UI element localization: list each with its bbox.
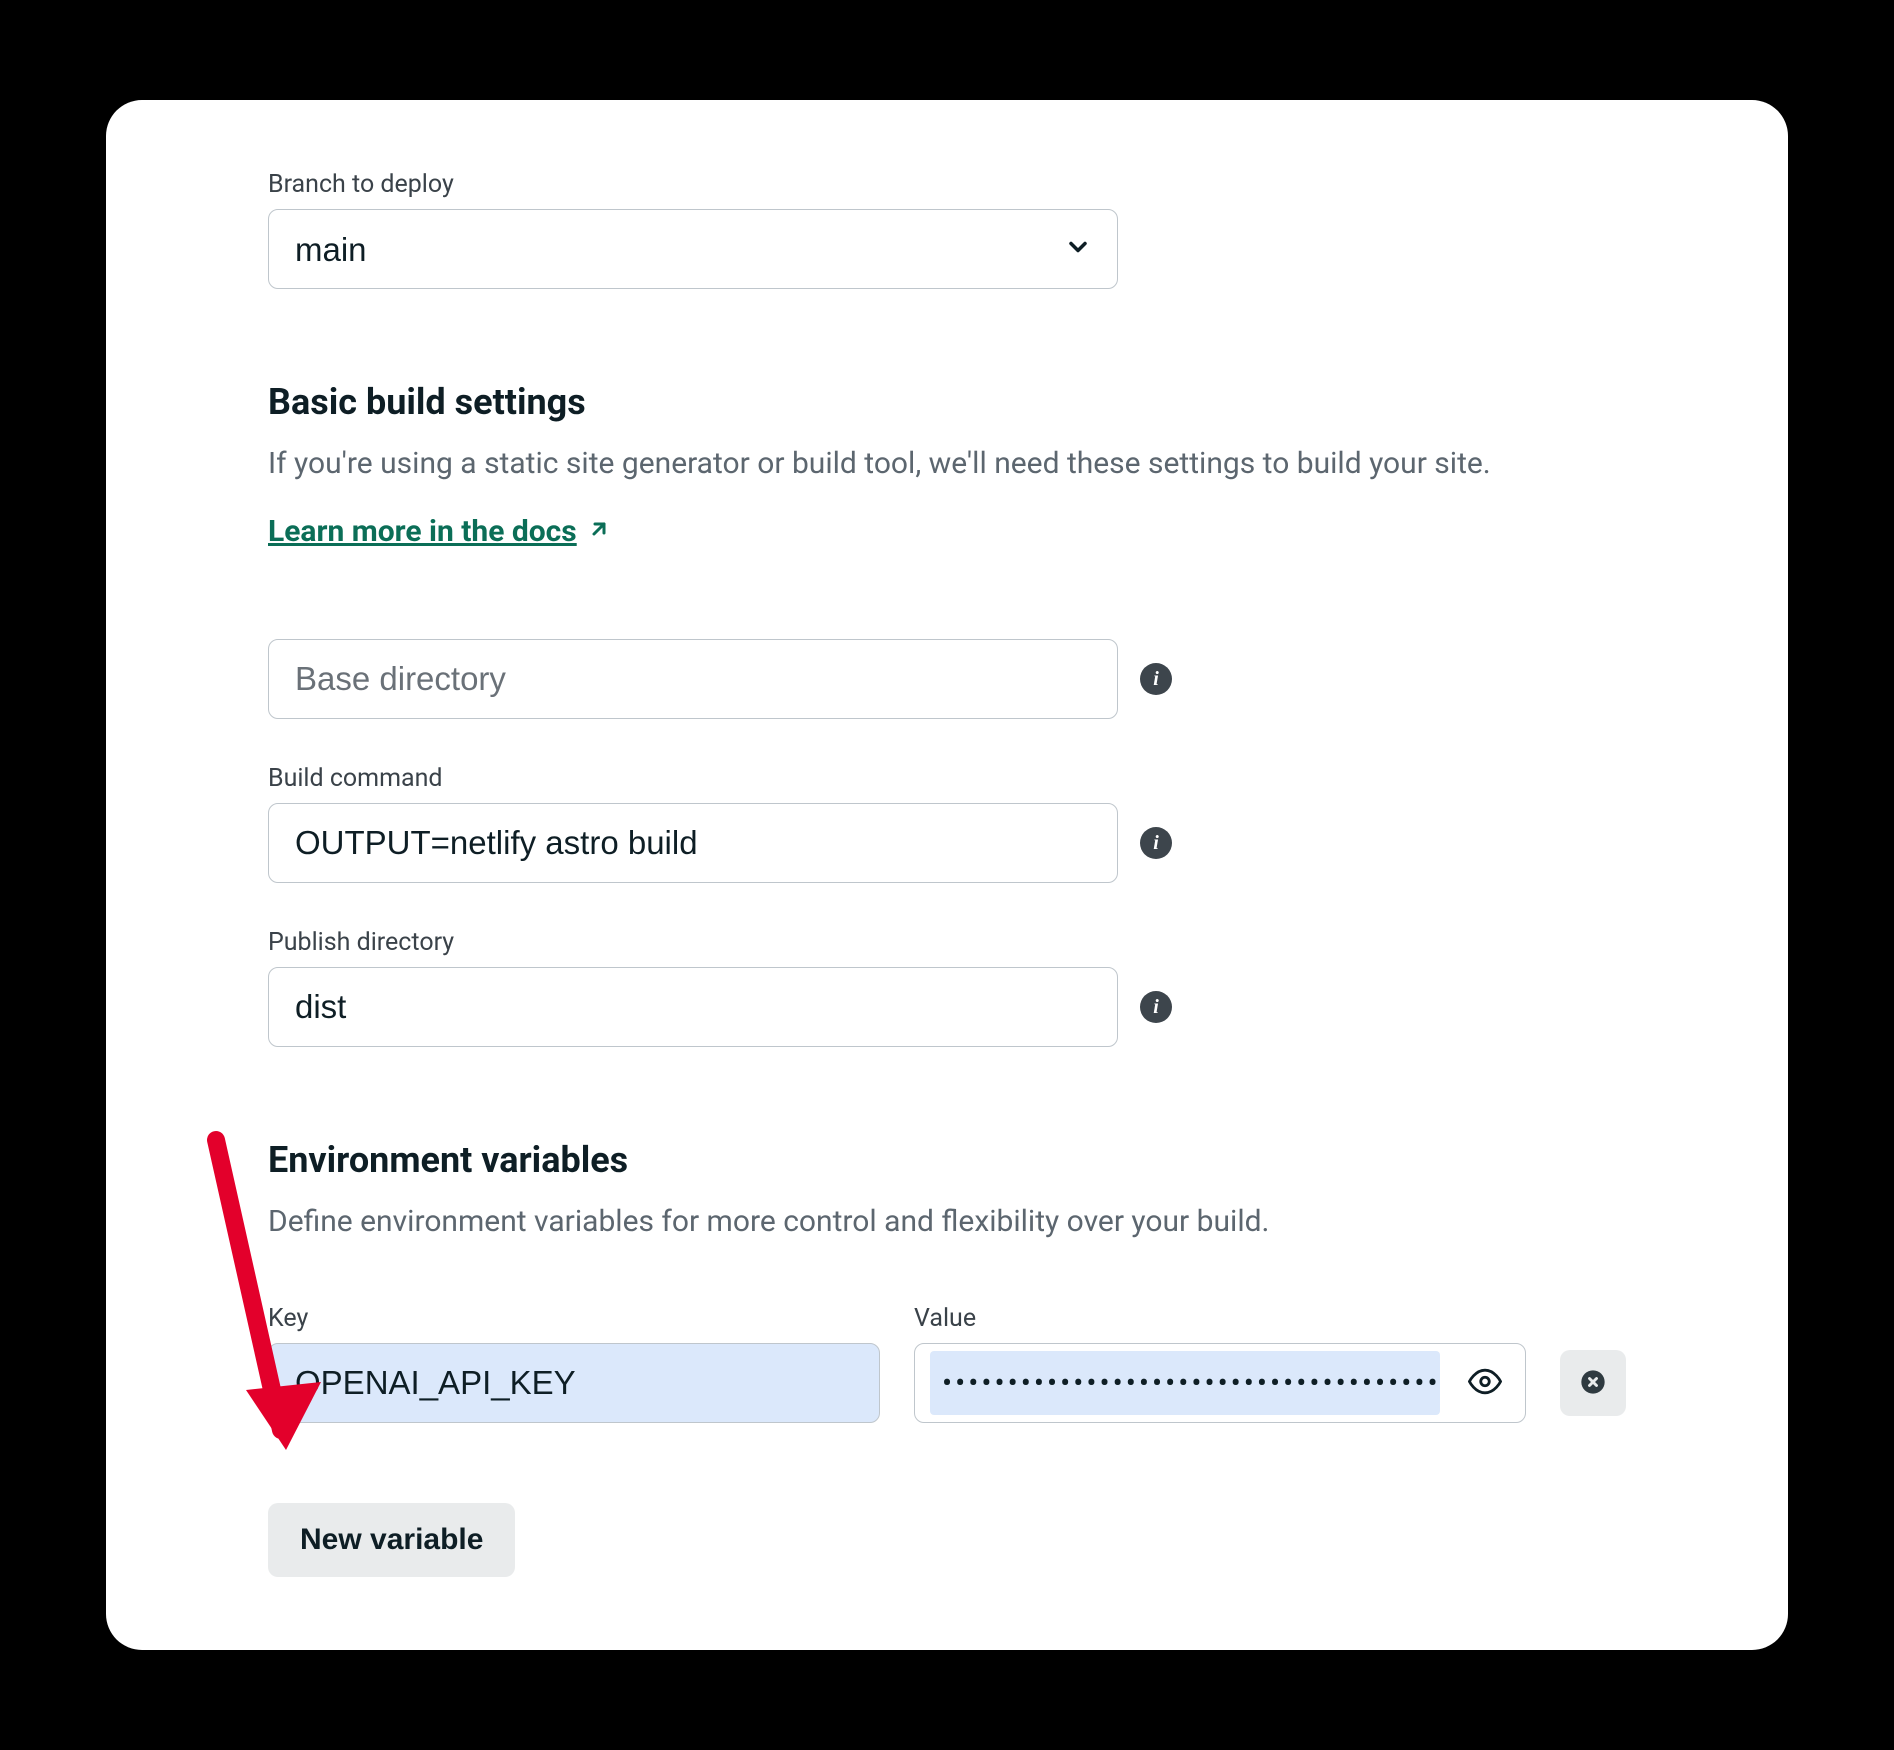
eye-icon <box>1468 1387 1502 1402</box>
branch-label: Branch to deploy <box>268 170 1626 199</box>
info-icon[interactable]: i <box>1140 827 1172 859</box>
remove-variable-button[interactable] <box>1560 1350 1626 1416</box>
branch-select[interactable]: main <box>268 209 1118 289</box>
info-icon[interactable]: i <box>1140 991 1172 1023</box>
build-command-input[interactable] <box>268 803 1118 883</box>
base-directory-input[interactable] <box>268 639 1118 719</box>
docs-link[interactable]: Learn more in the docs <box>268 514 611 549</box>
env-key-input[interactable] <box>268 1343 880 1423</box>
info-icon[interactable]: i <box>1140 663 1172 695</box>
env-value-input[interactable] <box>914 1343 1526 1423</box>
settings-panel: Branch to deploy main Basic build settin… <box>106 100 1788 1650</box>
publish-directory-input[interactable] <box>268 967 1118 1047</box>
env-var-row: Key Value ••••••••••••••••••••••••••••••… <box>268 1304 1626 1423</box>
external-link-icon <box>587 514 611 549</box>
toggle-visibility-button[interactable] <box>1462 1359 1508 1408</box>
build-settings-heading: Basic build settings <box>268 381 1626 423</box>
env-vars-heading: Environment variables <box>268 1139 1626 1181</box>
close-circle-icon <box>1579 1368 1607 1399</box>
env-value-label: Value <box>914 1304 1526 1333</box>
publish-directory-label: Publish directory <box>268 928 1626 957</box>
new-variable-button[interactable]: New variable <box>268 1503 515 1577</box>
build-settings-description: If you're using a static site generator … <box>268 441 1626 486</box>
docs-link-text: Learn more in the docs <box>268 514 577 549</box>
build-command-label: Build command <box>268 764 1626 793</box>
env-vars-description: Define environment variables for more co… <box>268 1199 1626 1244</box>
env-key-label: Key <box>268 1304 880 1333</box>
